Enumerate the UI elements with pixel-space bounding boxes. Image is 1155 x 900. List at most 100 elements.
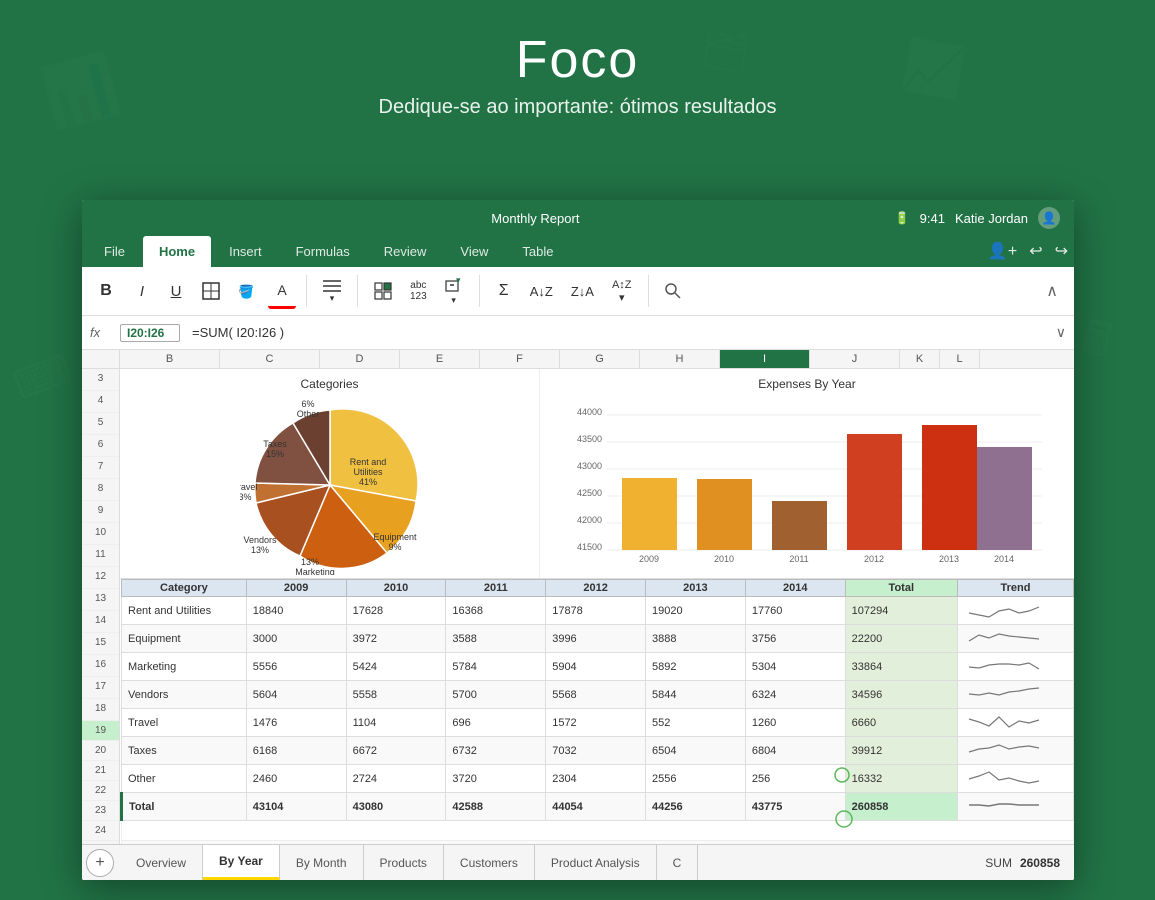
total-2012[interactable]: 44054 bbox=[546, 793, 646, 821]
number-format-button[interactable]: abc123 bbox=[404, 273, 433, 309]
cell-trav-total[interactable]: 6660 bbox=[845, 709, 957, 737]
tab-view[interactable]: View bbox=[444, 236, 504, 267]
row-14[interactable]: 14 bbox=[82, 611, 119, 633]
cell-rent-2010[interactable]: 17628 bbox=[346, 597, 446, 625]
align-button[interactable]: ▾ bbox=[317, 273, 347, 309]
row-7[interactable]: 7 bbox=[82, 457, 119, 479]
row-19[interactable]: 19 bbox=[82, 721, 119, 741]
total-total[interactable]: 260858 bbox=[845, 793, 957, 821]
font-color-button[interactable]: A bbox=[268, 273, 296, 309]
row-22[interactable]: 22 bbox=[82, 781, 119, 801]
row-15[interactable]: 15 bbox=[82, 633, 119, 655]
formula-content[interactable]: =SUM( I20:I26 ) bbox=[192, 325, 1056, 340]
cell-vend-2012[interactable]: 5568 bbox=[546, 681, 646, 709]
cell-mkt-2009[interactable]: 5556 bbox=[246, 653, 346, 681]
user-avatar[interactable]: 👤 bbox=[1038, 207, 1060, 229]
bold-button[interactable]: B bbox=[90, 271, 122, 311]
cell-mkt-2010[interactable]: 5424 bbox=[346, 653, 446, 681]
col-header-i[interactable]: I bbox=[720, 350, 810, 368]
cell-trav-2009[interactable]: 1476 bbox=[246, 709, 346, 737]
category-equipment[interactable]: Equipment bbox=[122, 625, 247, 653]
cell-other-total[interactable]: 16332 bbox=[845, 765, 957, 793]
cell-reference[interactable]: I20:I26 bbox=[120, 324, 180, 342]
cell-vend-2010[interactable]: 5558 bbox=[346, 681, 446, 709]
cell-other-2011[interactable]: 3720 bbox=[446, 765, 546, 793]
col-header-g[interactable]: G bbox=[560, 350, 640, 368]
row-5[interactable]: 5 bbox=[82, 413, 119, 435]
cell-other-2014[interactable]: 256 bbox=[745, 765, 845, 793]
cell-vend-2014[interactable]: 6324 bbox=[745, 681, 845, 709]
cell-other-2009[interactable]: 2460 bbox=[246, 765, 346, 793]
row-16[interactable]: 16 bbox=[82, 655, 119, 677]
row-21[interactable]: 21 bbox=[82, 761, 119, 781]
cell-rent-2011[interactable]: 16368 bbox=[446, 597, 546, 625]
cell-trav-2014[interactable]: 1260 bbox=[745, 709, 845, 737]
italic-button[interactable]: I bbox=[128, 273, 156, 309]
add-user-icon[interactable]: 👤+ bbox=[988, 241, 1017, 261]
cell-trav-2011[interactable]: 696 bbox=[446, 709, 546, 737]
col-header-l[interactable]: L bbox=[940, 350, 980, 368]
tab-table[interactable]: Table bbox=[506, 236, 569, 267]
sheet-tab-customers[interactable]: Customers bbox=[444, 845, 535, 880]
cell-trav-2010[interactable]: 1104 bbox=[346, 709, 446, 737]
row-24[interactable]: 24 bbox=[82, 821, 119, 841]
sheet-tab-overview[interactable]: Overview bbox=[120, 845, 203, 880]
category-other[interactable]: Other bbox=[122, 765, 247, 793]
total-2009[interactable]: 43104 bbox=[246, 793, 346, 821]
cell-mkt-2013[interactable]: 5892 bbox=[646, 653, 746, 681]
category-travel[interactable]: Travel bbox=[122, 709, 247, 737]
ribbon-collapse-button[interactable]: ∧ bbox=[1038, 277, 1066, 305]
total-2011[interactable]: 42588 bbox=[446, 793, 546, 821]
tab-home[interactable]: Home bbox=[143, 236, 211, 267]
cell-equip-2013[interactable]: 3888 bbox=[646, 625, 746, 653]
cell-equip-2010[interactable]: 3972 bbox=[346, 625, 446, 653]
cell-other-2013[interactable]: 2556 bbox=[646, 765, 746, 793]
row-9[interactable]: 9 bbox=[82, 501, 119, 523]
row-20[interactable]: 20 bbox=[82, 741, 119, 761]
col-header-e[interactable]: E bbox=[400, 350, 480, 368]
cell-tax-2013[interactable]: 6504 bbox=[646, 737, 746, 765]
borders-button[interactable] bbox=[196, 273, 226, 309]
col-header-c[interactable]: C bbox=[220, 350, 320, 368]
row-6[interactable]: 6 bbox=[82, 435, 119, 457]
row-11[interactable]: 11 bbox=[82, 545, 119, 567]
cell-tax-2009[interactable]: 6168 bbox=[246, 737, 346, 765]
tab-formulas[interactable]: Formulas bbox=[280, 236, 366, 267]
total-2014[interactable]: 43775 bbox=[745, 793, 845, 821]
sheet-tab-c[interactable]: C bbox=[657, 845, 699, 880]
cell-equip-2014[interactable]: 3756 bbox=[745, 625, 845, 653]
tab-file[interactable]: File bbox=[88, 236, 141, 267]
cell-mkt-total[interactable]: 33864 bbox=[845, 653, 957, 681]
col-header-k[interactable]: K bbox=[900, 350, 940, 368]
cell-rent-total[interactable]: 107294 bbox=[845, 597, 957, 625]
formula-expand-button[interactable]: ∨ bbox=[1056, 324, 1066, 341]
cell-vend-2009[interactable]: 5604 bbox=[246, 681, 346, 709]
row-12[interactable]: 12 bbox=[82, 567, 119, 589]
cell-rent-2009[interactable]: 18840 bbox=[246, 597, 346, 625]
sum-button[interactable]: Σ bbox=[490, 273, 518, 309]
row-8[interactable]: 8 bbox=[82, 479, 119, 501]
cell-trav-2012[interactable]: 1572 bbox=[546, 709, 646, 737]
total-2010[interactable]: 43080 bbox=[346, 793, 446, 821]
col-header-b[interactable]: B bbox=[120, 350, 220, 368]
cell-vend-2013[interactable]: 5844 bbox=[646, 681, 746, 709]
cell-mkt-2012[interactable]: 5904 bbox=[546, 653, 646, 681]
cell-tax-2011[interactable]: 6732 bbox=[446, 737, 546, 765]
cell-equip-2012[interactable]: 3996 bbox=[546, 625, 646, 653]
col-header-j[interactable]: J bbox=[810, 350, 900, 368]
cell-tax-2014[interactable]: 6804 bbox=[745, 737, 845, 765]
cell-rent-2014[interactable]: 17760 bbox=[745, 597, 845, 625]
cell-equip-total[interactable]: 22200 bbox=[845, 625, 957, 653]
tab-insert[interactable]: Insert bbox=[213, 236, 278, 267]
total-2013[interactable]: 44256 bbox=[646, 793, 746, 821]
format-button[interactable] bbox=[368, 273, 398, 309]
category-vendors[interactable]: Vendors bbox=[122, 681, 247, 709]
category-rent[interactable]: Rent and Utilities bbox=[122, 597, 247, 625]
cell-other-2012[interactable]: 2304 bbox=[546, 765, 646, 793]
cell-equip-2011[interactable]: 3588 bbox=[446, 625, 546, 653]
row-13[interactable]: 13 bbox=[82, 589, 119, 611]
row-23[interactable]: 23 bbox=[82, 801, 119, 821]
cell-equip-2009[interactable]: 3000 bbox=[246, 625, 346, 653]
add-sheet-button[interactable]: + bbox=[86, 849, 114, 877]
sort-options-button[interactable]: A↕Z▾ bbox=[606, 273, 638, 309]
